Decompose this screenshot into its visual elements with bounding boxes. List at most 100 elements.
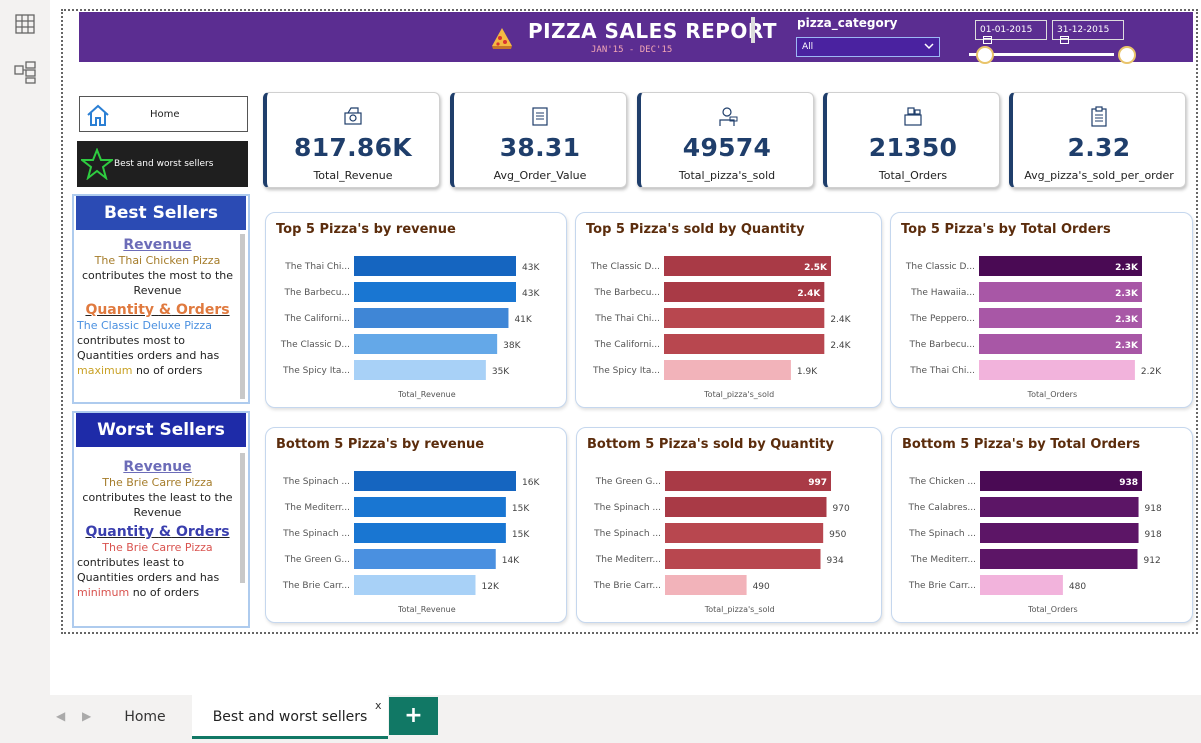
best-sellers-heading: Best Sellers — [76, 196, 246, 230]
data-label: 16K — [522, 478, 540, 488]
best-qo-text1: contributes most to Quantities orders an… — [77, 334, 220, 362]
money-icon — [344, 107, 362, 125]
bar[interactable] — [980, 523, 1139, 543]
add-page-button[interactable]: + — [389, 697, 438, 735]
kpi-card-total-orders: 21350 Total_Orders — [823, 92, 1000, 188]
worst-sellers-panel: Worst Sellers Revenue The Brie Carre Piz… — [72, 411, 250, 628]
tab-home[interactable]: Home — [100, 695, 190, 739]
bar[interactable] — [980, 497, 1139, 517]
report-canvas: PIZZA SALES REPORT JAN'15 - DEC'15 pizza… — [50, 0, 1201, 695]
bar[interactable] — [354, 256, 516, 276]
chart-bottom5-orders[interactable]: Bottom 5 Pizza's by Total Orders The Chi… — [891, 427, 1193, 623]
report-title: PIZZA SALES REPORT — [528, 19, 778, 43]
left-rail — [0, 0, 50, 700]
slider-start-handle[interactable] — [976, 46, 994, 64]
category-slicer-dropdown[interactable]: All — [796, 37, 940, 57]
bar[interactable] — [354, 471, 516, 491]
bar[interactable] — [665, 471, 831, 491]
data-label: 480 — [1069, 582, 1086, 592]
bar[interactable] — [354, 549, 496, 569]
worst-revenue-pizza: The Brie Carre Pizza — [102, 476, 213, 489]
data-label: 2.4K — [797, 289, 821, 299]
bar[interactable] — [664, 308, 825, 328]
data-label: 2.2K — [1141, 367, 1162, 377]
kpi-label: Total_Revenue — [313, 169, 393, 182]
bar[interactable] — [980, 575, 1063, 595]
worst-qo-quantity: Quantity — [85, 524, 155, 540]
x-axis-label: Total_Orders — [1027, 605, 1078, 614]
bar[interactable] — [979, 360, 1135, 380]
bar[interactable] — [665, 497, 827, 517]
bar[interactable] — [664, 334, 825, 354]
bar-chart: The Classic D... 2.3K The Hawaiia... 2.3K Th… — [905, 256, 1162, 399]
home-nav-button[interactable]: Home — [79, 96, 248, 132]
chart-top5-revenue[interactable]: Top 5 Pizza's by revenue The Thai Chi...… — [265, 212, 567, 408]
best-revenue-title: Revenue — [123, 237, 192, 253]
best-revenue-pizza: The Thai Chicken Pizza — [94, 254, 221, 267]
chart-bottom5-quantity[interactable]: Bottom 5 Pizza's sold by Quantity The Gr… — [576, 427, 882, 623]
kpi-label: Avg_pizza's_sold_per_order — [1024, 169, 1174, 182]
best-worst-nav-label: Best and worst sellers — [114, 159, 214, 169]
bar[interactable] — [354, 575, 476, 595]
kpi-card-total-revenue: 817.86K Total_Revenue — [263, 92, 440, 188]
category-label: The Thai Chi... — [594, 314, 660, 324]
category-label: The Spinach ... — [282, 529, 350, 539]
start-date-input[interactable]: 01-01-2015 — [975, 20, 1047, 44]
bar[interactable] — [665, 523, 824, 543]
data-label: 43K — [522, 289, 540, 299]
category-label: The Brie Carr... — [282, 581, 350, 591]
bar-chart: The Classic D... 2.5K The Barbecu... 2.4K Th… — [590, 256, 852, 399]
category-label: The Green G... — [284, 555, 350, 565]
bar[interactable] — [354, 523, 506, 543]
data-label: 970 — [833, 504, 850, 514]
data-label: 15K — [512, 504, 530, 514]
data-label: 2.4K — [830, 315, 851, 325]
bar[interactable] — [354, 497, 506, 517]
bar[interactable] — [354, 334, 498, 354]
chart-top5-orders[interactable]: Top 5 Pizza's by Total Orders The Classi… — [890, 212, 1193, 408]
panel-scrollbar[interactable] — [240, 234, 245, 399]
bar[interactable] — [354, 282, 516, 302]
bar[interactable] — [354, 308, 509, 328]
bar[interactable] — [354, 360, 486, 380]
calendar-icon[interactable] — [1060, 35, 1069, 44]
category-label: The Brie Carr... — [593, 581, 661, 591]
bar[interactable] — [665, 549, 821, 569]
chart-bottom5-revenue[interactable]: Bottom 5 Pizza's by revenue The Spinach … — [265, 427, 567, 623]
data-label: 2.3K — [1115, 289, 1139, 299]
worst-qo-text1: contributes least to Quantities orders a… — [77, 556, 220, 584]
worst-revenue-text: contributes the least to the Revenue — [82, 491, 233, 519]
category-label: The Thai Chi... — [284, 262, 350, 272]
calendar-icon[interactable] — [983, 35, 992, 44]
report-subtitle: JAN'15 - DEC'15 — [591, 45, 673, 55]
page-tab-bar: ◀ ▶ Home Best and worst sellers x + — [0, 695, 1201, 743]
chart-top5-quantity[interactable]: Top 5 Pizza's sold by Quantity The Class… — [575, 212, 882, 408]
tab-scroll-left-icon[interactable]: ◀ — [56, 709, 65, 723]
end-date-value: 31-12-2015 — [1057, 25, 1110, 35]
end-date-input[interactable]: 31-12-2015 — [1052, 20, 1124, 44]
bar[interactable] — [664, 360, 791, 380]
tab-close-icon[interactable]: x — [375, 699, 382, 712]
worst-revenue-title: Revenue — [123, 459, 192, 475]
slider-end-handle[interactable] — [1118, 46, 1136, 64]
clipboard-icon — [1091, 106, 1107, 127]
category-label: The Brie Carr... — [908, 581, 976, 591]
data-label: 950 — [829, 530, 846, 540]
kpi-value: 21350 — [868, 133, 958, 162]
data-label: 14K — [502, 556, 520, 566]
data-label: 2.5K — [804, 263, 828, 273]
best-worst-nav-button[interactable]: Best and worst sellers — [77, 141, 248, 187]
table-view-icon[interactable] — [13, 12, 37, 36]
bar-chart: The Spinach ... 16K The Mediterr... 15K The … — [282, 471, 540, 614]
data-label: 2.3K — [1115, 341, 1139, 351]
bar-chart: The Chicken ... 938 The Calabres... 918 The … — [908, 471, 1162, 614]
panel-scrollbar[interactable] — [240, 453, 245, 583]
kpi-label: Avg_Order_Value — [493, 169, 587, 182]
bar[interactable] — [980, 549, 1138, 569]
model-view-icon[interactable] — [13, 60, 37, 84]
category-label: The Spicy Ita... — [282, 366, 350, 376]
tab-scroll-right-icon[interactable]: ▶ — [82, 709, 91, 723]
bar[interactable] — [665, 575, 747, 595]
tab-best-and-worst-sellers[interactable]: Best and worst sellers — [192, 695, 388, 739]
bar[interactable] — [980, 471, 1142, 491]
